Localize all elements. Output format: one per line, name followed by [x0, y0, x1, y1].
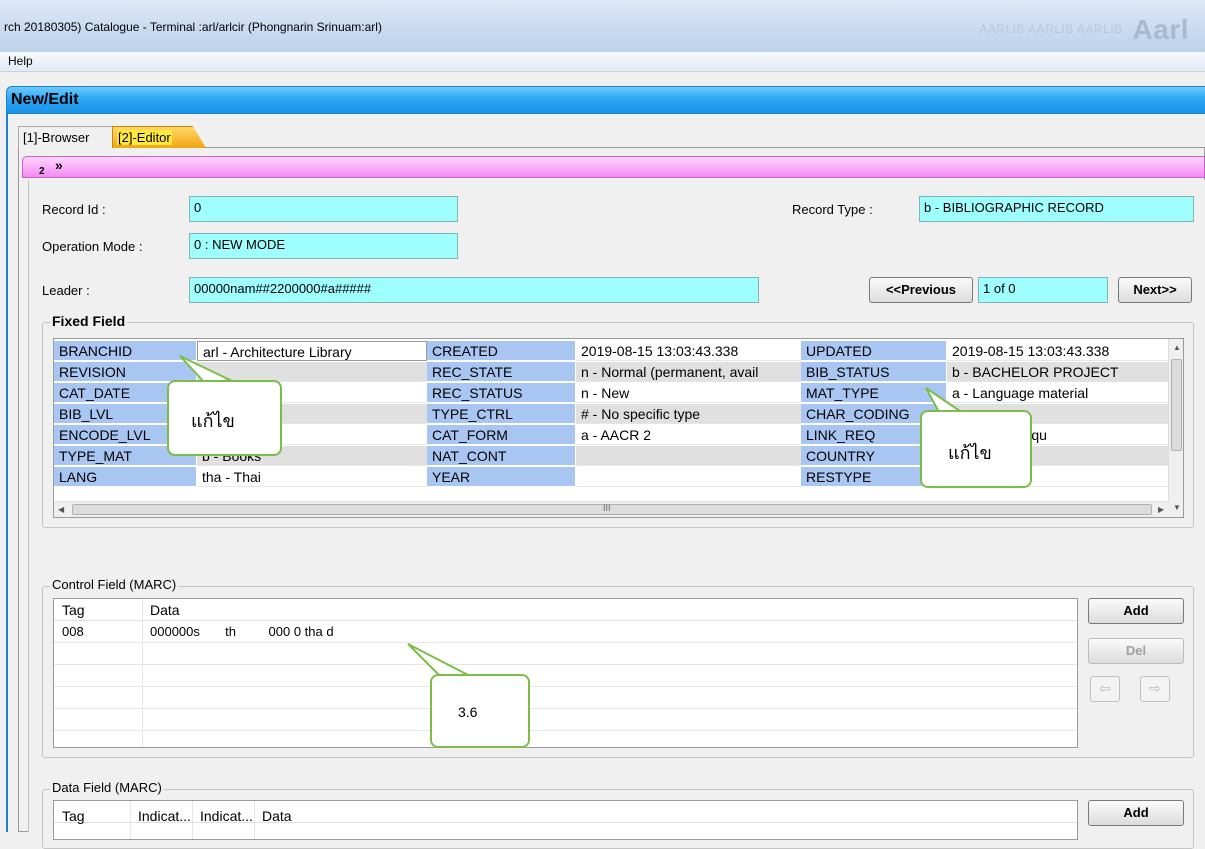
- callout-left-text: แก้ไข: [191, 411, 235, 431]
- callout-bottom-text: 3.6: [458, 704, 478, 720]
- callout-left: แก้ไข: [167, 380, 282, 456]
- callout-bottom: 3.6: [430, 674, 530, 748]
- callout-right: แก้ไข: [920, 410, 1032, 488]
- callout-tail-left: [179, 355, 234, 385]
- callout-tail-bottom: [407, 643, 471, 677]
- callout-right-text: แก้ไข: [948, 443, 992, 463]
